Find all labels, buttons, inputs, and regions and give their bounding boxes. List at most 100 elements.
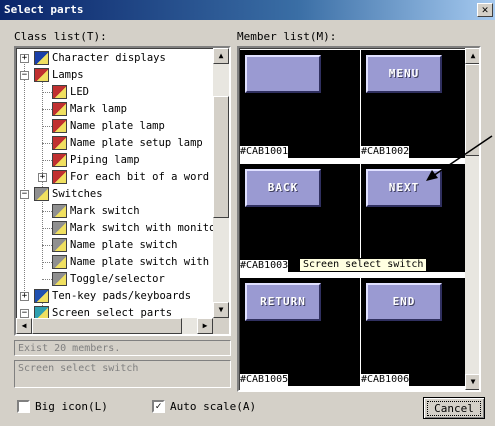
- character-display-icon: [34, 51, 49, 65]
- cancel-button-label: Cancel: [427, 401, 481, 416]
- member-count-text: Exist 20 members.: [14, 340, 231, 356]
- tree-item[interactable]: LED: [16, 84, 212, 101]
- tree-line: [42, 262, 52, 263]
- tree-item-label: Name plate setup lamp: [70, 137, 203, 149]
- expand-icon[interactable]: +: [38, 173, 47, 182]
- tree-item[interactable]: Name plate switch: [16, 237, 212, 254]
- member-item[interactable]: END: [361, 278, 479, 386]
- member-caption: #CAB1005: [240, 374, 289, 386]
- member-item[interactable]: RETURN: [240, 278, 360, 386]
- scroll-thumb[interactable]: [32, 318, 182, 334]
- scroll-right-icon[interactable]: ▶: [197, 318, 213, 334]
- tree-item[interactable]: Mark switch: [16, 203, 212, 220]
- tree-item[interactable]: Name plate setup lamp: [16, 135, 212, 152]
- member-list-label: Member list(M):: [237, 30, 337, 43]
- expand-icon[interactable]: +: [20, 54, 29, 63]
- tree-item[interactable]: − Switches: [16, 186, 212, 203]
- tree-horizontal-scrollbar[interactable]: ◀ ▶: [16, 318, 213, 334]
- close-button[interactable]: ✕: [477, 3, 493, 17]
- tree-item[interactable]: + Ten-key pads/keyboards: [16, 288, 212, 305]
- tree-item-label: LED: [70, 86, 89, 98]
- collapse-icon[interactable]: −: [20, 71, 29, 80]
- tree-line: [42, 211, 52, 212]
- title-bar: Select parts ✕: [0, 0, 495, 20]
- collapse-icon[interactable]: −: [20, 190, 29, 199]
- switch-icon: [52, 204, 67, 218]
- member-preview-button: END: [366, 283, 442, 321]
- member-grid[interactable]: #CAB1001MENU#CAB1002BACK#CAB1003NEXT#CAB…: [237, 46, 481, 392]
- member-caption: #CAB1003: [240, 260, 289, 272]
- keypad-icon: [34, 289, 49, 303]
- tree-vertical-scrollbar[interactable]: ▲ ▼: [213, 48, 229, 318]
- tree-line: [42, 126, 52, 127]
- tree-line: [42, 109, 52, 110]
- tree-item[interactable]: Toggle/selector: [16, 271, 212, 288]
- tree-item[interactable]: + For each bit of a word d: [16, 169, 222, 186]
- tree-item-label: Name plate switch with m: [70, 256, 222, 268]
- window-title: Select parts: [4, 3, 84, 16]
- scroll-down-icon[interactable]: ▼: [465, 374, 479, 390]
- class-list-label: Class list(T):: [14, 30, 107, 43]
- member-caption: #CAB1002: [361, 146, 410, 158]
- tree-line: [42, 279, 52, 280]
- tree-item[interactable]: Mark lamp: [16, 101, 212, 118]
- member-preview-button: MENU: [366, 55, 442, 93]
- member-vertical-scrollbar[interactable]: ▲ ▼: [465, 48, 479, 390]
- auto-scale-checkbox[interactable]: ✓: [152, 400, 165, 413]
- tree-line: [42, 92, 52, 93]
- tree-item-label: Name plate switch: [70, 239, 178, 251]
- tree-line: [42, 245, 52, 246]
- tree-line: [42, 228, 52, 229]
- expand-icon[interactable]: +: [20, 292, 29, 301]
- tree-item-label: Piping lamp: [70, 154, 140, 166]
- scroll-down-icon[interactable]: ▼: [213, 302, 229, 318]
- tree-item-label: Switches: [52, 188, 103, 200]
- checkmark-icon: ✓: [155, 401, 162, 412]
- big-icon-checkbox[interactable]: [17, 400, 30, 413]
- pointer-arrow-icon: [426, 135, 493, 181]
- tree-item[interactable]: Mark switch with monitor: [16, 220, 222, 237]
- member-caption: #CAB1001: [240, 146, 289, 158]
- tree-line: [42, 160, 52, 161]
- lamp-icon: [52, 136, 67, 150]
- switch-icon: [52, 238, 67, 252]
- lamp-icon: [52, 153, 67, 167]
- tree-item[interactable]: − Lamps: [16, 67, 212, 84]
- tree-item[interactable]: Piping lamp: [16, 152, 212, 169]
- member-preview-button: [245, 55, 321, 93]
- member-tooltip: Screen select switch: [299, 258, 428, 272]
- member-preview-button: BACK: [245, 169, 321, 207]
- select-parts-dialog: Select parts ✕ Class list(T): + Character…: [0, 0, 495, 426]
- tree-item[interactable]: Name plate switch with m: [16, 254, 222, 271]
- tree-item-label: Mark switch: [70, 205, 140, 217]
- big-icon-label: Big icon(L): [35, 400, 108, 413]
- tree-item-label: Lamps: [52, 69, 84, 81]
- switch-icon: [52, 255, 67, 269]
- tree-item-label: Mark lamp: [70, 103, 127, 115]
- scroll-corner: [213, 318, 229, 334]
- tree-item-label: Character displays: [52, 52, 166, 64]
- lamp-icon: [52, 119, 67, 133]
- auto-scale-label: Auto scale(A): [170, 400, 257, 413]
- tree-item-label: Name plate lamp: [70, 120, 165, 132]
- switch-icon: [52, 272, 67, 286]
- tree-item-label: Ten-key pads/keyboards: [52, 290, 192, 302]
- tree-line: [42, 143, 52, 144]
- member-item[interactable]: [240, 50, 360, 158]
- tree-item[interactable]: + Character displays: [16, 50, 212, 67]
- tree-item[interactable]: Name plate lamp: [16, 118, 212, 135]
- cancel-button[interactable]: Cancel: [423, 397, 485, 419]
- class-tree[interactable]: + Character displays − Lamps LED Mark lamp Nam…: [14, 46, 231, 336]
- lamp-icon: [52, 85, 67, 99]
- lamp-icon: [34, 68, 49, 82]
- member-item[interactable]: BACK: [240, 164, 360, 272]
- member-preview-button: RETURN: [245, 283, 321, 321]
- scroll-up-icon[interactable]: ▲: [213, 48, 229, 64]
- class-description-text: Screen select switch: [14, 360, 231, 388]
- scroll-up-icon[interactable]: ▲: [465, 48, 479, 64]
- tree-item-label: Toggle/selector: [70, 273, 165, 285]
- scroll-left-icon[interactable]: ◀: [16, 318, 32, 334]
- scroll-thumb[interactable]: [213, 96, 229, 218]
- member-caption: #CAB1006: [361, 374, 410, 386]
- collapse-icon[interactable]: −: [20, 309, 29, 318]
